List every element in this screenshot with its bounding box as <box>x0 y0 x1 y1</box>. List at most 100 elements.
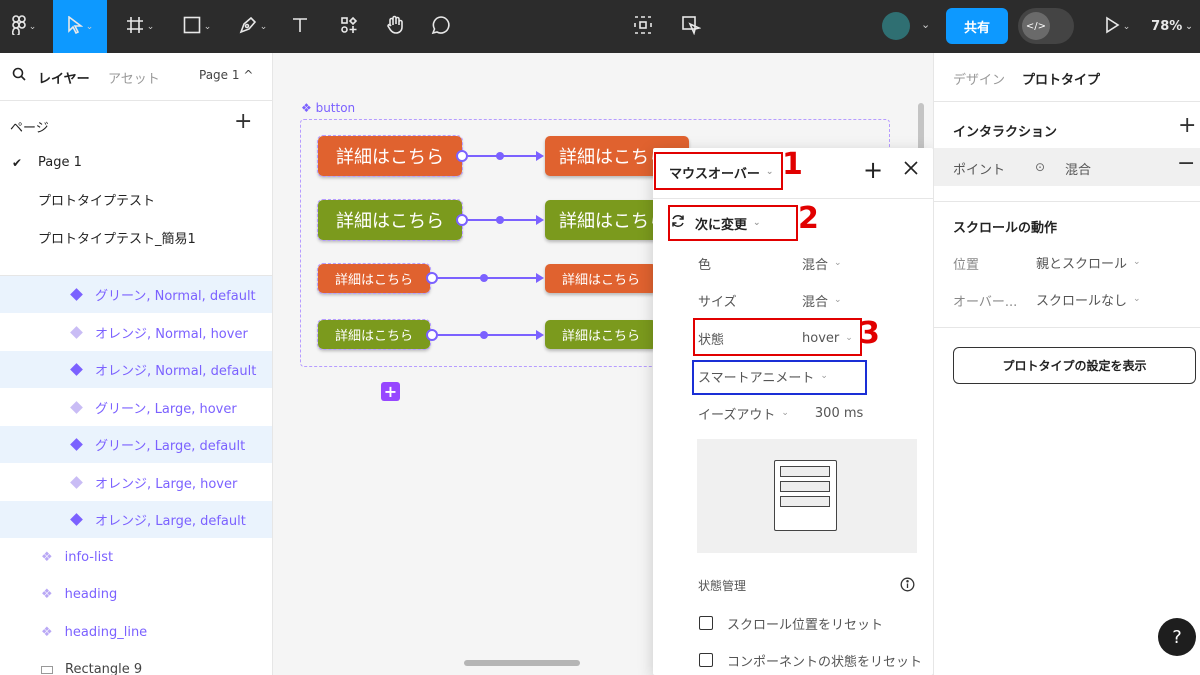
horizontal-scrollbar[interactable] <box>464 660 580 666</box>
chevron-down-icon[interactable]: ⌄ <box>921 18 930 31</box>
zoom-menu[interactable]: 78% ⌄ <box>1148 0 1196 53</box>
reset-component-state-checkbox-row[interactable]: コンポーネントの状態をリセット <box>699 649 922 671</box>
button-green-normal-default[interactable]: 詳細はこちら <box>317 319 431 350</box>
scroll-behavior-heading: スクロールの動作 <box>953 221 1058 236</box>
easing-select[interactable]: イーズアウト <box>698 404 775 423</box>
layer-row[interactable]: オレンジ, Normal, default <box>0 351 272 388</box>
interaction-row[interactable]: ポイント ⊙ 混合 − <box>934 148 1200 186</box>
shape-tool-button[interactable]: ⌄ <box>172 0 222 53</box>
chevron-down-icon: ⌄ <box>834 295 842 305</box>
arrow-head-icon <box>536 151 544 161</box>
hand-tool-button[interactable] <box>380 0 410 53</box>
zoom-level: 78% <box>1151 19 1183 34</box>
search-icon[interactable] <box>12 67 26 85</box>
chevron-down-icon: ⌄ <box>146 21 155 32</box>
checkbox-label: コンポーネントの状態をリセット <box>727 654 923 670</box>
frame-tool-button[interactable]: ⌄ <box>115 0 165 53</box>
layer-row[interactable]: グリーン, Large, hover <box>0 389 272 426</box>
duration-input[interactable]: 300 ms <box>815 406 863 421</box>
overflow-select[interactable]: スクロールなし ⌄ <box>1036 288 1141 310</box>
position-select[interactable]: 親とスクロール ⌄ <box>1036 251 1141 273</box>
interactions-heading: インタラクション <box>953 125 1058 140</box>
layer-row[interactable]: ❖ heading_line <box>0 614 272 651</box>
reset-scroll-checkbox-row[interactable]: スクロール位置をリセット <box>699 612 883 634</box>
share-button[interactable]: 共有 <box>946 8 1008 44</box>
page-selector[interactable]: Page 1 ^ <box>199 68 253 82</box>
tab-prototype[interactable]: プロトタイプ <box>1022 69 1100 88</box>
connection-midpoint[interactable] <box>496 152 504 160</box>
component-grid-button[interactable] <box>628 0 658 53</box>
add-page-plus-icon[interactable]: + <box>234 111 252 133</box>
layer-label: オレンジ, Normal, hover <box>95 327 248 342</box>
remove-interaction-minus-icon[interactable]: − <box>1177 151 1195 176</box>
dev-mode-toggle[interactable]: </> <box>1018 8 1074 44</box>
annotation-box-1 <box>654 152 783 190</box>
connection-line <box>438 277 538 279</box>
layer-label: heading_line <box>64 625 148 640</box>
tab-layers[interactable]: レイヤー <box>38 68 90 87</box>
variant-diamond-icon <box>70 476 83 489</box>
show-prototype-settings-button[interactable]: プロトタイプの設定を表示 <box>953 347 1196 384</box>
layer-row[interactable]: グリーン, Normal, default <box>0 276 272 313</box>
layer-row[interactable]: ❖ info-list <box>0 539 272 576</box>
connection-origin[interactable] <box>426 272 438 284</box>
button-green-large-default[interactable]: 詳細はこちら <box>317 199 463 241</box>
component-icon: ❖ <box>41 587 53 602</box>
layer-label: Rectangle 9 <box>65 662 143 675</box>
button-orange-large-default[interactable]: 詳細はこちら <box>317 135 463 177</box>
close-icon[interactable] <box>903 160 919 180</box>
add-action-plus-icon[interactable]: + <box>863 156 883 184</box>
button-green-normal-hover[interactable]: 詳細はこちら <box>545 320 657 349</box>
target-circle-icon: ⊙ <box>1035 160 1046 174</box>
present-button[interactable]: ⌄ <box>1096 0 1138 53</box>
text-tool-button[interactable] <box>285 0 315 53</box>
layer-row[interactable]: オレンジ, Normal, hover <box>0 314 272 351</box>
reset-component-state-checkbox[interactable] <box>699 653 713 667</box>
layer-row[interactable]: グリーン, Large, default <box>0 426 272 463</box>
page-item-prototype-test[interactable]: プロトタイプテスト <box>0 181 272 218</box>
connection-midpoint[interactable] <box>480 274 488 282</box>
page-item-page1[interactable]: ✔ Page 1 <box>0 144 272 181</box>
add-interaction-plus-icon[interactable]: + <box>1178 115 1196 137</box>
frame-hash-icon <box>126 16 144 38</box>
tab-assets[interactable]: アセット <box>108 68 160 87</box>
annotation-box-animation <box>692 360 867 395</box>
pen-tool-button[interactable]: ⌄ <box>228 0 278 53</box>
tab-design[interactable]: デザイン <box>953 69 1005 88</box>
annotation-number-2: 2 <box>798 201 819 236</box>
connection-midpoint[interactable] <box>480 331 488 339</box>
button-orange-normal-default[interactable]: 詳細はこちら <box>317 263 431 294</box>
connection-line <box>438 334 538 336</box>
layer-row[interactable]: オレンジ, Large, default <box>0 501 272 538</box>
pen-icon <box>239 16 257 38</box>
page-item-prototype-test-simple[interactable]: プロトタイプテスト_簡易1 <box>0 219 272 256</box>
connection-midpoint[interactable] <box>496 216 504 224</box>
comment-tool-button[interactable] <box>426 0 456 53</box>
resources-tool-button[interactable] <box>334 0 364 53</box>
button-orange-normal-hover[interactable]: 詳細はこちら <box>545 264 657 293</box>
annotation-number-1: 1 <box>782 147 803 182</box>
prototype-flow-button[interactable] <box>676 0 706 53</box>
connection-origin[interactable] <box>426 329 438 341</box>
component-set-icon: ❖ <box>301 101 316 115</box>
pages-heading: ページ <box>10 121 49 136</box>
property-value[interactable]: 混合 <box>802 291 828 310</box>
move-tool-button[interactable]: ⌄ <box>53 0 107 53</box>
user-avatar[interactable] <box>882 12 910 40</box>
layer-row[interactable]: ❖ heading <box>0 576 272 613</box>
layer-row[interactable]: オレンジ, Large, hover <box>0 464 272 501</box>
layer-label: グリーン, Large, hover <box>95 402 237 417</box>
connection-origin[interactable] <box>456 150 468 162</box>
add-variant-plus-icon[interactable]: + <box>381 382 400 401</box>
page-label: プロトタイプテスト_簡易1 <box>38 232 196 247</box>
connection-origin[interactable] <box>456 214 468 226</box>
frame-label[interactable]: ❖ button <box>301 101 355 115</box>
component-icon: ❖ <box>41 625 53 640</box>
property-value[interactable]: 混合 <box>802 254 828 273</box>
info-icon[interactable] <box>900 577 915 596</box>
chevron-down-icon: ⌄ <box>85 21 94 32</box>
help-button[interactable]: ? <box>1158 618 1196 656</box>
layer-row[interactable]: Rectangle 9 <box>0 651 272 675</box>
main-menu-button[interactable]: ⌄ <box>4 0 44 53</box>
reset-scroll-checkbox[interactable] <box>699 616 713 630</box>
